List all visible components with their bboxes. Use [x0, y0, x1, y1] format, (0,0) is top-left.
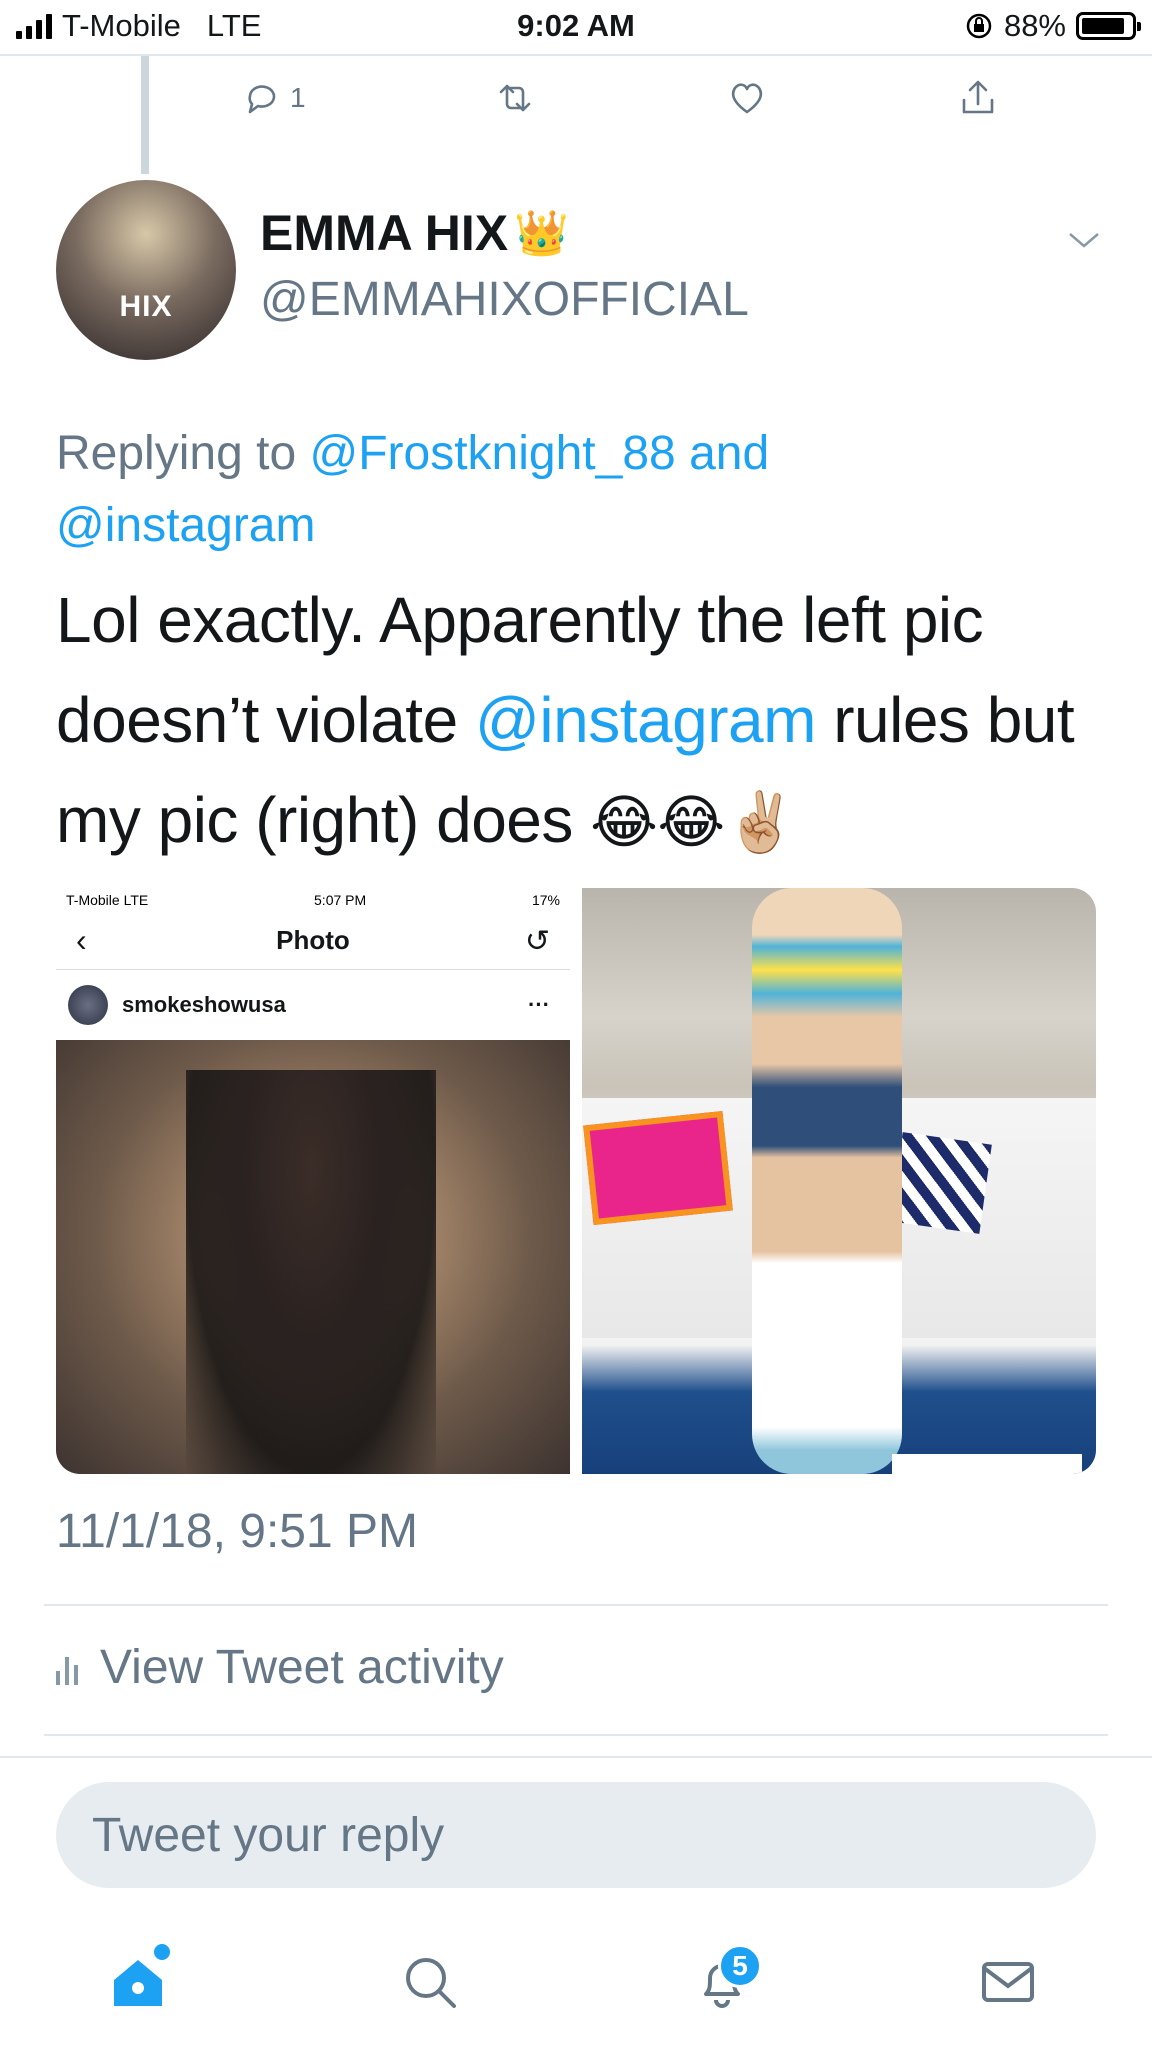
embedded-user-avatar: [68, 985, 108, 1025]
back-chevron-icon: ‹: [76, 922, 87, 958]
embedded-user-row: smokeshowusa ···: [56, 970, 570, 1040]
tab-bar: 5: [0, 1920, 1152, 2048]
embedded-battery: 17%: [531, 892, 560, 908]
replying-prefix: Replying to: [56, 427, 297, 480]
tab-home[interactable]: [106, 1944, 186, 2030]
replying-to: Replying to @Frostknight_88 and @instagr…: [56, 418, 1096, 562]
embedded-time: 5:07 PM: [314, 892, 367, 908]
embedded-nav-bar: ‹ Photo ↺: [56, 912, 570, 970]
reply-action[interactable]: 1: [240, 76, 306, 120]
status-right: 88%: [964, 8, 1141, 44]
pink-pillow: [583, 1110, 733, 1226]
media-image-right[interactable]: [582, 888, 1096, 1474]
tab-messages[interactable]: [976, 1950, 1056, 2030]
status-bar: T-Mobile LTE 9:02 AM 88%: [0, 0, 1152, 56]
battery-level: [1082, 18, 1125, 34]
author-handle[interactable]: @EMMAHIXOFFICIAL: [260, 272, 749, 327]
heart-icon: [731, 83, 762, 114]
divider-bottom: [44, 1734, 1108, 1736]
watermark: [892, 1454, 1082, 1474]
previous-tweet-actions: 1: [240, 68, 1000, 128]
share-icon: [962, 80, 994, 114]
orientation-lock-icon: [966, 13, 992, 39]
person-figure: [752, 888, 902, 1474]
replying-user-link-2[interactable]: @instagram: [56, 499, 315, 552]
replying-user-link[interactable]: @Frostknight_88: [309, 427, 675, 480]
embedded-nav-title: Photo: [276, 925, 350, 955]
display-name-text: EMMA HIX: [260, 205, 509, 261]
embedded-carrier: T-Mobile LTE: [66, 892, 149, 908]
thread-connector: [141, 56, 149, 174]
battery-percent: 88%: [1003, 8, 1066, 43]
home-unread-dot: [154, 1944, 170, 1960]
view-activity-label: View Tweet activity: [100, 1641, 504, 1694]
tweet-emojis: 😂😂✌🏼: [590, 790, 797, 855]
search-icon: [406, 1958, 456, 2008]
notifications-badge: 5: [718, 1944, 762, 1988]
refresh-icon: ↺: [524, 925, 550, 958]
tweet-media: T-Mobile LTE 5:07 PM 17% ‹ Photo ↺ smoke…: [56, 888, 1096, 1474]
tab-search[interactable]: [398, 1950, 478, 2030]
avatar-text: HIX: [119, 290, 173, 323]
patterned-pillow: [890, 1132, 992, 1234]
author-display-name[interactable]: EMMA HIX 👑: [260, 204, 569, 262]
embedded-photo: [56, 1040, 570, 1474]
reply-count: 1: [290, 82, 306, 113]
divider-top: [44, 1604, 1108, 1606]
share-action[interactable]: [956, 76, 1000, 120]
reply-separator: [0, 1756, 1152, 1758]
retweet-icon: [499, 84, 531, 112]
chevron-down-icon[interactable]: [1066, 228, 1102, 252]
reply-icon: [248, 85, 276, 114]
activity-icon: [56, 1651, 78, 1685]
embedded-status-bar: T-Mobile LTE 5:07 PM 17%: [56, 888, 570, 912]
tweet-mention-link[interactable]: @instagram: [475, 684, 816, 756]
media-image-left[interactable]: T-Mobile LTE 5:07 PM 17% ‹ Photo ↺ smoke…: [56, 888, 570, 1474]
tab-notifications[interactable]: 5: [690, 1944, 770, 2030]
tweet-text: Lol exactly. Apparently the left pic doe…: [56, 570, 1116, 873]
view-tweet-activity[interactable]: View Tweet activity: [56, 1640, 504, 1695]
tweet-timestamp: 11/1/18, 9:51 PM: [56, 1505, 419, 1558]
replying-and: and: [689, 427, 770, 480]
mail-icon: [982, 1962, 1034, 2002]
more-icon: ···: [528, 992, 550, 1017]
embedded-username: smokeshowusa: [122, 992, 286, 1017]
author-avatar[interactable]: HIX: [56, 180, 236, 360]
battery-icon: [1076, 12, 1141, 40]
reply-input[interactable]: [56, 1782, 1096, 1888]
like-action[interactable]: [725, 76, 769, 120]
crown-emoji: 👑: [514, 209, 569, 258]
retweet-action[interactable]: [493, 76, 537, 120]
